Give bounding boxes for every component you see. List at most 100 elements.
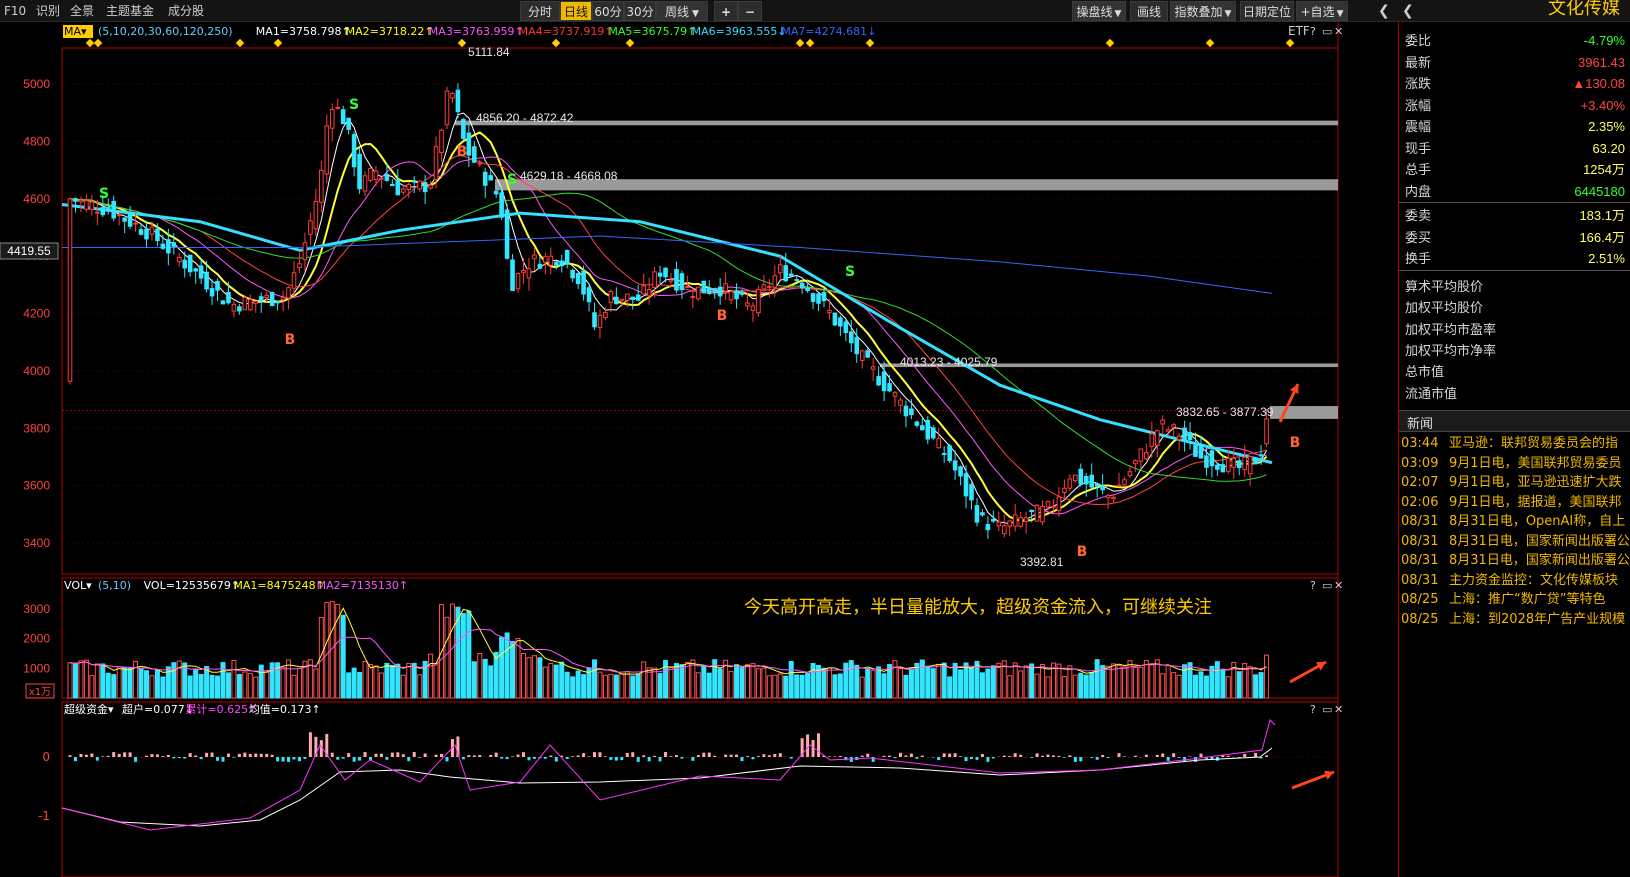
- draw-line-button[interactable]: 画线: [1130, 1, 1168, 21]
- back-arrow-icon[interactable]: ❮: [1402, 2, 1414, 20]
- toolbar-item-theme-fund[interactable]: 主题基金: [106, 2, 154, 20]
- candle-body: [679, 273, 685, 291]
- period-tab-weekly[interactable]: 周线 ▼: [656, 1, 708, 21]
- volume-bar: [559, 661, 565, 699]
- panel-control-icon: ✕: [1334, 25, 1343, 38]
- volume-bar: [531, 655, 537, 699]
- period-tab-daily[interactable]: 日线: [560, 1, 592, 21]
- volume-bar: [1154, 659, 1160, 699]
- candle-body: [777, 264, 783, 274]
- fund-bar: [1177, 757, 1181, 758]
- volume-bar: [313, 668, 319, 699]
- volume-bar: [368, 664, 373, 699]
- volume-bar: [826, 667, 832, 699]
- volume-ma2-line: [69, 628, 1267, 673]
- fund-bar: [358, 757, 362, 761]
- quote-link[interactable]: 加权平均市净率: [1405, 340, 1496, 359]
- fund-bar: [308, 732, 312, 757]
- quote-link[interactable]: 算术平均股价: [1405, 276, 1483, 295]
- volume-bar: [1094, 659, 1100, 699]
- news-item[interactable]: 08/25 上海：推广“数广贷”等特色: [1399, 590, 1630, 610]
- kline-chart-area[interactable]: 5111.84 4856.20 - 4872.42 4629.18 - 4668.0…: [0, 22, 1398, 877]
- candle-body: [930, 427, 936, 439]
- candle-body: [433, 146, 439, 180]
- fund-bar: [363, 752, 367, 757]
- period-tab-intraday[interactable]: 分时: [520, 1, 560, 21]
- toolbar-item-f10[interactable]: F10: [4, 2, 26, 20]
- fund-bar: [827, 756, 831, 757]
- zoom-out-button[interactable]: −: [738, 1, 762, 21]
- fund-bar: [1172, 753, 1176, 757]
- candle-body: [1073, 474, 1078, 482]
- volume-bar: [881, 673, 887, 699]
- news-time: 02:06: [1401, 494, 1439, 510]
- news-headline: 9月1日电，据报道，美国联邦: [1449, 494, 1622, 510]
- add-watchlist-dropdown[interactable]: +自选 ▼: [1296, 1, 1348, 21]
- analysis-annotation: 今天高开高走，半日量能放大，超级资金流入，可继续关注: [744, 597, 1212, 618]
- news-item[interactable]: 03:44 亚马逊：联邦贸易委员会的指: [1399, 434, 1630, 454]
- fund-average-line: [61, 747, 1273, 827]
- indicator-params: (5,10,20,30,60,120,250): [98, 25, 233, 38]
- fund-bar: [740, 757, 744, 762]
- quote-row: 总手 1254万: [1399, 159, 1630, 181]
- fund-bar: [593, 752, 597, 757]
- volume-bar: [411, 662, 417, 699]
- zoom-in-button[interactable]: +: [714, 1, 738, 21]
- news-item[interactable]: 08/31 8月31日电，OpenAI称，自上: [1399, 512, 1630, 532]
- candle-body: [291, 272, 297, 289]
- collapse-left-icon[interactable]: ❮: [1378, 2, 1390, 20]
- candle-body: [614, 296, 619, 305]
- volume-bar: [996, 662, 1002, 699]
- fund-bar: [254, 753, 258, 757]
- quote-link[interactable]: 加权平均股价: [1405, 297, 1483, 316]
- volume-bar: [843, 662, 849, 699]
- volume-bar: [969, 666, 974, 699]
- fund-bar: [177, 757, 181, 759]
- toolbar-item-recognize[interactable]: 识别: [36, 2, 60, 20]
- volume-bar: [138, 668, 144, 699]
- candle-body: [176, 256, 182, 263]
- candle-body: [499, 192, 504, 218]
- quote-link[interactable]: 加权平均市盈率: [1405, 319, 1496, 338]
- news-item[interactable]: 08/31 主力资金监控：文化传媒板块: [1399, 571, 1630, 591]
- volume-bar: [1083, 674, 1089, 699]
- news-time: 08/31: [1401, 514, 1439, 529]
- index-overlay-dropdown[interactable]: 指数叠加 ▼: [1170, 1, 1236, 21]
- quote-link[interactable]: 流通市值: [1405, 383, 1457, 402]
- fund-bar: [117, 753, 121, 757]
- news-item[interactable]: 03:09 9月1日电，美国联邦贸易委员: [1399, 454, 1630, 474]
- fund-bar: [1161, 753, 1165, 757]
- news-item[interactable]: 08/31 8月31日电，国家新闻出版署公: [1399, 551, 1630, 571]
- ma7-line: [62, 235, 1273, 294]
- quote-label: 最新: [1405, 54, 1432, 70]
- quote-row: 委买 166.4万: [1399, 227, 1630, 249]
- volume-bar: [1061, 676, 1067, 699]
- news-time: 03:44: [1401, 436, 1439, 451]
- quote-link[interactable]: 总市值: [1405, 361, 1444, 380]
- toolbar-item-constituents[interactable]: 成分股: [168, 2, 204, 20]
- candle-body: [865, 350, 870, 358]
- fund-bar: [756, 756, 760, 757]
- volume-bar: [357, 672, 363, 699]
- volume-bar: [619, 673, 625, 699]
- volume-bar: [777, 673, 783, 699]
- news-item[interactable]: 08/25 上海：到2028年广告产业规模: [1399, 610, 1630, 630]
- candle-body: [1193, 444, 1198, 457]
- period-tab-60min[interactable]: 60分: [592, 1, 624, 21]
- news-item[interactable]: 02:06 9月1日电，据报道，美国联邦: [1399, 493, 1630, 513]
- period-tab-30min[interactable]: 30分: [624, 1, 656, 21]
- fund-bar: [221, 757, 225, 762]
- candle-body: [941, 452, 947, 456]
- toolbar-item-overview[interactable]: 全景: [70, 2, 94, 20]
- date-locate-button[interactable]: 日期定位: [1240, 1, 1294, 21]
- volume-bar: [936, 663, 942, 699]
- fund-bar: [658, 757, 662, 762]
- quote-label: 内盘: [1405, 183, 1432, 199]
- quote-row: 委比 -4.79%: [1399, 30, 1630, 52]
- fund-bar: [423, 753, 427, 757]
- trading-line-dropdown[interactable]: 操盘线 ▼: [1072, 1, 1126, 21]
- volume-bar: [624, 671, 630, 699]
- volume-bar: [94, 663, 100, 699]
- news-item[interactable]: 02:07 9月1日电，亚马逊迅速扩大跌: [1399, 473, 1630, 493]
- news-item[interactable]: 08/31 8月31日电，国家新闻出版署公: [1399, 532, 1630, 552]
